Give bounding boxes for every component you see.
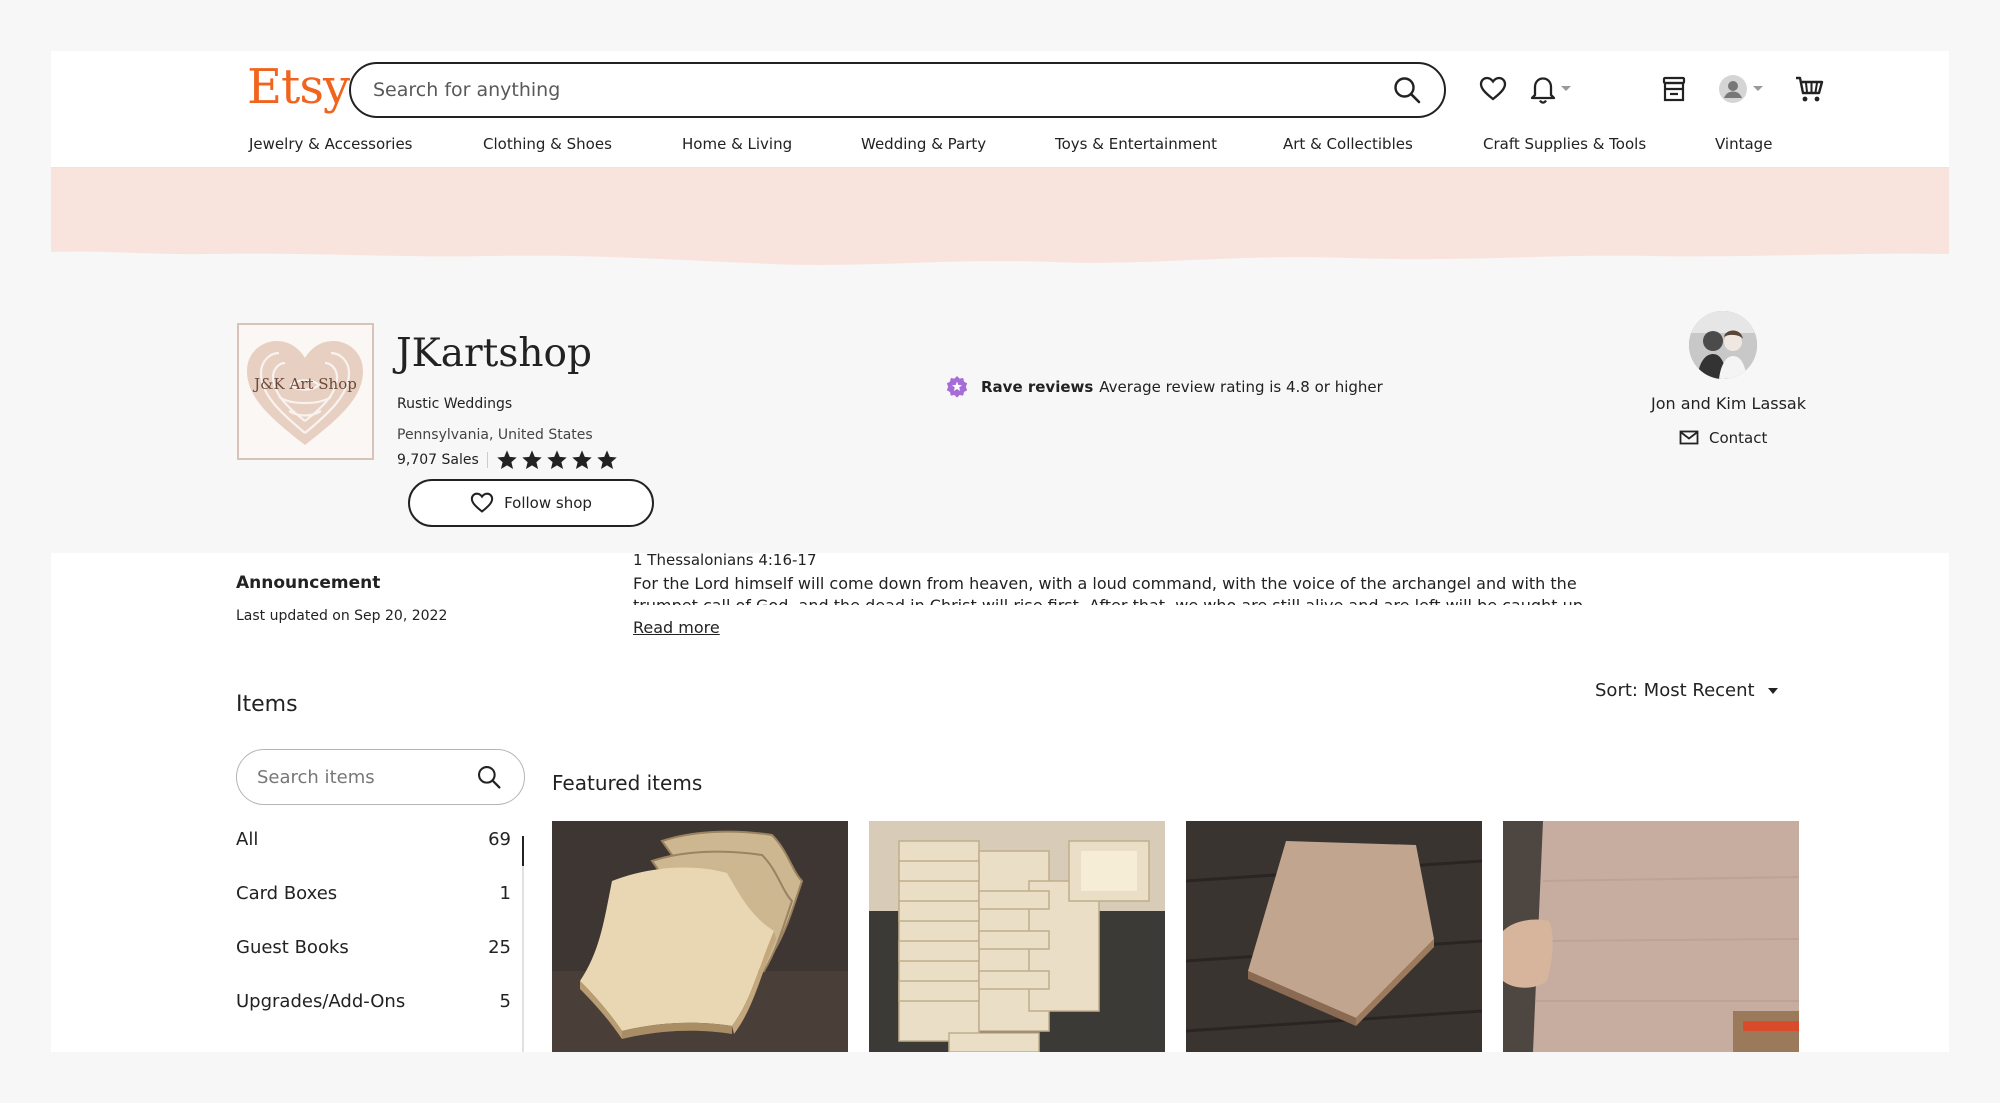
nav-clothing-shoes[interactable]: Clothing & Shoes	[483, 135, 612, 153]
section-list-rule	[522, 836, 524, 1052]
star-icon	[497, 450, 517, 469]
account-button[interactable]	[1718, 72, 1764, 106]
banner-wave	[51, 226, 1949, 265]
mail-icon	[1679, 430, 1699, 445]
featured-item-card[interactable]	[869, 821, 1165, 1052]
follow-shop-button[interactable]: Follow shop	[408, 479, 654, 527]
section-count: 5	[499, 991, 511, 1012]
shop-name: JKartshop	[396, 331, 592, 376]
star-icon	[547, 450, 567, 469]
shop-location: Pennsylvania, United States	[397, 427, 593, 443]
announcement-text: For the Lord himself will come down from…	[633, 574, 1583, 605]
shop-logo[interactable]: J&K Art Shop	[237, 323, 374, 460]
announcement-verse: 1 Thessalonians 4:16-17	[633, 551, 817, 569]
section-count: 1	[499, 883, 511, 904]
section-item-guest-books[interactable]: Guest Books 25	[236, 937, 511, 991]
favorites-button[interactable]	[1479, 72, 1507, 106]
contact-label: Contact	[1709, 429, 1768, 447]
chevron-down-icon	[1753, 86, 1763, 91]
cart-icon	[1796, 76, 1824, 102]
nav-home-living[interactable]: Home & Living	[682, 135, 792, 153]
sort-label: Sort: Most Recent	[1595, 680, 1755, 701]
shop-sales-rating: 9,707 Sales	[397, 449, 618, 471]
section-label: Upgrades/Add-Ons	[236, 991, 406, 1012]
nav-jewelry-accessories[interactable]: Jewelry & Accessories	[249, 135, 413, 153]
site-search-bar	[349, 62, 1446, 118]
page-frame: Etsy Search for anything Jewelry & Acces…	[51, 51, 1949, 1052]
star-badge-icon	[946, 376, 968, 398]
shop-manager-button[interactable]	[1661, 72, 1687, 106]
star-icon	[597, 450, 617, 469]
nav-toys-entertainment[interactable]: Toys & Entertainment	[1055, 135, 1217, 153]
sort-dropdown[interactable]: Sort: Most Recent	[1595, 680, 1779, 701]
section-count: 25	[488, 937, 511, 958]
item-search-bar	[236, 749, 525, 805]
heart-icon	[1479, 76, 1507, 101]
heart-icon	[470, 492, 494, 513]
product-image	[1186, 821, 1482, 1052]
nav-wedding-party[interactable]: Wedding & Party	[861, 135, 986, 153]
featured-item-card[interactable]	[1186, 821, 1482, 1052]
contact-owner-button[interactable]: Contact	[1679, 429, 1767, 447]
shop-tagline: Rustic Weddings	[397, 396, 513, 412]
announcement-updated: Last updated on Sep 20, 2022	[236, 608, 448, 624]
featured-item-card[interactable]	[1503, 821, 1799, 1052]
owner-photo	[1689, 311, 1757, 379]
section-label: Card Boxes	[236, 883, 338, 904]
owner-avatar[interactable]	[1689, 311, 1757, 379]
bell-icon	[1530, 77, 1556, 104]
section-count: 69	[488, 829, 511, 850]
etsy-logo[interactable]: Etsy	[247, 59, 350, 115]
shop-sales: 9,707 Sales	[397, 452, 479, 468]
section-item-upgrades-add-ons[interactable]: Upgrades/Add-Ons 5	[236, 991, 511, 1045]
section-list: All 69 Card Boxes 1 Guest Books 25 Upgra…	[236, 829, 511, 1045]
cart-button[interactable]	[1794, 72, 1824, 106]
sales-divider	[486, 452, 488, 468]
site-search-input[interactable]	[373, 64, 1333, 116]
search-icon[interactable]	[1392, 75, 1422, 105]
rave-reviews-title: Rave reviews	[981, 378, 1094, 396]
section-label: Guest Books	[236, 937, 349, 958]
owner-name[interactable]: Jon and Kim Lassak	[1651, 394, 1806, 413]
nav-vintage[interactable]: Vintage	[1715, 135, 1772, 153]
items-title: Items	[236, 692, 298, 717]
section-label: All	[236, 829, 259, 850]
shop-logo-text: J&K Art Shop	[254, 375, 357, 393]
account-icon	[1719, 75, 1747, 103]
featured-item-card[interactable]	[552, 821, 848, 1052]
star-rating[interactable]	[496, 449, 618, 471]
nav-craft-supplies-tools[interactable]: Craft Supplies & Tools	[1483, 135, 1646, 153]
star-icon	[522, 450, 542, 469]
section-item-card-boxes[interactable]: Card Boxes 1	[236, 883, 511, 937]
product-image	[869, 821, 1165, 1052]
rave-reviews-desc: Average review rating is 4.8 or higher	[1099, 378, 1383, 396]
read-more-link[interactable]: Read more	[633, 618, 720, 637]
chevron-down-icon	[1561, 86, 1571, 91]
star-icon	[572, 450, 592, 469]
nav-art-collectibles[interactable]: Art & Collectibles	[1283, 135, 1413, 153]
caret-down-icon	[1767, 687, 1778, 694]
shop-icon	[1662, 76, 1686, 102]
featured-items-title: Featured items	[552, 771, 703, 795]
section-active-indicator	[522, 836, 524, 866]
search-icon[interactable]	[476, 764, 502, 790]
follow-shop-label: Follow shop	[504, 494, 592, 512]
product-image	[1503, 821, 1799, 1052]
product-image	[552, 821, 848, 1052]
announcement-title: Announcement	[236, 573, 381, 593]
item-search-input[interactable]	[257, 750, 477, 804]
section-item-all[interactable]: All 69	[236, 829, 511, 883]
notifications-button[interactable]	[1529, 72, 1572, 106]
rave-reviews-badge: Rave reviews Average review rating is 4.…	[945, 375, 1383, 399]
